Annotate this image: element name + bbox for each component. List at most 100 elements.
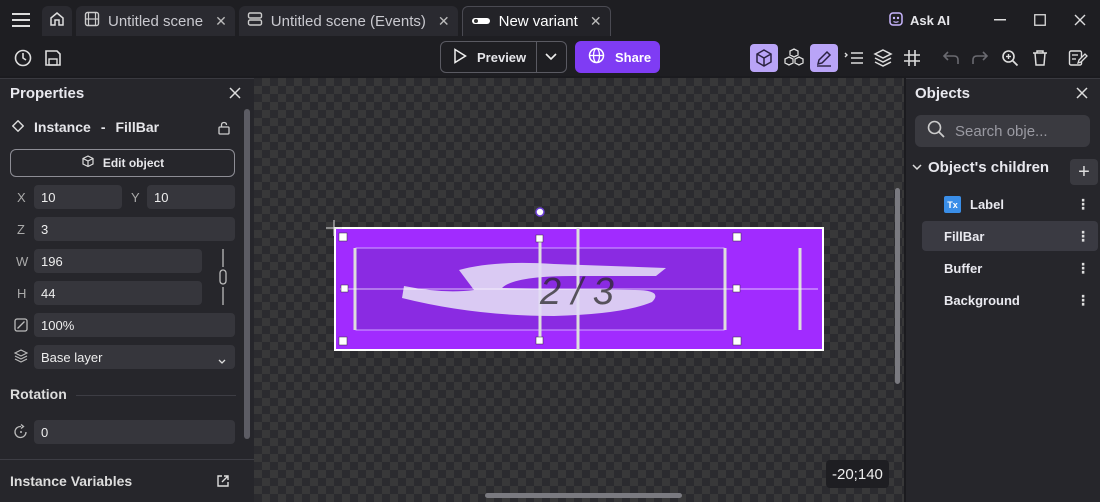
preview-button[interactable]: Preview	[440, 41, 567, 73]
home-icon	[49, 11, 65, 31]
edit-object-label: Edit object	[102, 156, 165, 170]
y-input[interactable]: 10	[147, 185, 235, 209]
globe-icon	[588, 47, 605, 67]
share-button[interactable]: Share	[575, 41, 660, 73]
object-name: Label	[970, 196, 1004, 212]
fillbar-label-text: 2 / 3	[539, 271, 614, 313]
tab-untitled-scene-events[interactable]: Untitled scene (Events) ✕	[238, 6, 458, 36]
layers-icon[interactable]	[869, 44, 897, 72]
more-options-icon[interactable]: ⋮	[1076, 195, 1090, 213]
object-name: Background	[944, 292, 1020, 308]
x-input[interactable]: 10	[34, 185, 122, 209]
history-icon[interactable]	[9, 44, 37, 72]
rotation-handle[interactable]	[535, 207, 545, 217]
redo-icon[interactable]	[966, 44, 994, 72]
grid-icon[interactable]	[898, 44, 926, 72]
edit-cube-icon	[81, 154, 95, 172]
maximize-icon[interactable]	[1020, 0, 1060, 40]
close-tab-icon[interactable]: ✕	[215, 13, 227, 30]
close-window-icon[interactable]	[1060, 0, 1100, 40]
properties-scrollbar[interactable]	[244, 109, 250, 439]
ask-ai-label: Ask AI	[910, 12, 950, 28]
layer-select[interactable]: Base layer	[34, 345, 235, 369]
properties-title: Properties	[10, 84, 85, 102]
lock-icon[interactable]	[218, 121, 230, 140]
chevron-down-icon	[912, 159, 922, 176]
tab-untitled-scene[interactable]: Untitled scene ✕	[76, 6, 235, 36]
edit-pen-icon[interactable]	[810, 44, 838, 72]
diamond-icon	[11, 119, 25, 135]
link-dimensions-icon[interactable]	[216, 249, 230, 310]
tab-label: Untitled scene (Events)	[270, 12, 426, 30]
layer-icon	[13, 349, 29, 368]
plus-icon: +	[1078, 160, 1090, 183]
ask-ai-button[interactable]: Ask AI	[888, 11, 950, 30]
tab-home[interactable]	[42, 6, 72, 36]
canvas-horizontal-scrollbar[interactable]	[485, 493, 682, 498]
rotate-icon	[13, 423, 29, 445]
search-icon	[927, 120, 945, 143]
more-options-icon[interactable]: ⋮	[1076, 259, 1090, 277]
width-input[interactable]: 196	[34, 249, 202, 273]
zoom-icon[interactable]	[996, 44, 1024, 72]
close-icon[interactable]	[225, 83, 245, 103]
z-label: Z	[17, 222, 25, 237]
tab-new-variant[interactable]: New variant ✕	[461, 6, 611, 36]
x-label: X	[17, 190, 26, 205]
3d-cube-icon[interactable]	[750, 44, 778, 72]
add-object-button[interactable]: +	[1070, 159, 1098, 185]
hamburger-menu-icon[interactable]	[0, 0, 42, 40]
rotation-label: Rotation	[10, 386, 67, 402]
tab-label: Untitled scene	[108, 12, 204, 30]
object-item-fillbar[interactable]: FillBar ⋮	[922, 221, 1098, 251]
instance-header: Instance - FillBar	[11, 119, 160, 135]
close-tab-icon[interactable]: ✕	[438, 13, 450, 30]
objects-panel: Objects Object's children + Tx Label ⋮ F…	[906, 78, 1100, 502]
scene-canvas[interactable]: 2 / 3 -20;140	[254, 78, 904, 502]
preview-options-chevron-icon[interactable]	[537, 42, 566, 72]
list-icon[interactable]	[840, 44, 868, 72]
tab-bar: Untitled scene ✕ Untitled scene (Events)…	[0, 0, 1100, 40]
edit-properties-icon[interactable]	[1064, 44, 1092, 72]
preview-label: Preview	[477, 49, 527, 65]
save-icon[interactable]	[39, 44, 67, 72]
object-item-background[interactable]: Background ⋮	[922, 285, 1098, 315]
rotation-input[interactable]: 0	[34, 420, 235, 444]
search-input[interactable]	[955, 122, 1085, 140]
more-options-icon[interactable]: ⋮	[1076, 227, 1090, 245]
cubes-icon[interactable]	[780, 44, 808, 72]
object-children-header[interactable]: Object's children	[912, 159, 1049, 176]
canvas-vertical-scrollbar[interactable]	[895, 188, 900, 384]
edit-object-button[interactable]: Edit object	[10, 149, 235, 177]
z-input[interactable]: 3	[34, 217, 235, 241]
trash-icon[interactable]	[1026, 44, 1054, 72]
robot-icon	[888, 11, 904, 30]
object-item-label[interactable]: Tx Label ⋮	[922, 189, 1098, 219]
close-icon[interactable]	[1072, 83, 1092, 103]
chevron-down-icon	[218, 353, 226, 368]
search-field[interactable]	[915, 115, 1090, 147]
height-input[interactable]: 44	[34, 281, 202, 305]
text-object-icon: Tx	[944, 196, 961, 213]
more-options-icon[interactable]: ⋮	[1076, 291, 1090, 309]
instance-label: Instance	[34, 119, 91, 135]
divider	[0, 459, 254, 460]
properties-panel: Properties Instance - FillBar Edit objec…	[0, 78, 254, 502]
instance-variables-label: Instance Variables	[10, 473, 133, 489]
minimize-icon[interactable]	[980, 0, 1020, 40]
opacity-input[interactable]: 100%	[34, 313, 235, 337]
divider	[76, 395, 236, 396]
w-label: W	[16, 254, 29, 269]
preview-main[interactable]: Preview	[441, 42, 537, 72]
object-name: FillBar	[944, 228, 985, 244]
object-item-buffer[interactable]: Buffer ⋮	[922, 253, 1098, 283]
toggle-icon	[471, 13, 491, 30]
object-name: Buffer	[944, 260, 983, 276]
objects-title: Objects	[915, 84, 971, 102]
undo-icon[interactable]	[937, 44, 965, 72]
open-external-icon[interactable]	[216, 474, 230, 493]
cursor-coordinates: -20;140	[826, 460, 889, 488]
close-tab-icon[interactable]: ✕	[590, 13, 602, 30]
instance-name: FillBar	[115, 119, 160, 135]
opacity-icon	[14, 318, 28, 337]
